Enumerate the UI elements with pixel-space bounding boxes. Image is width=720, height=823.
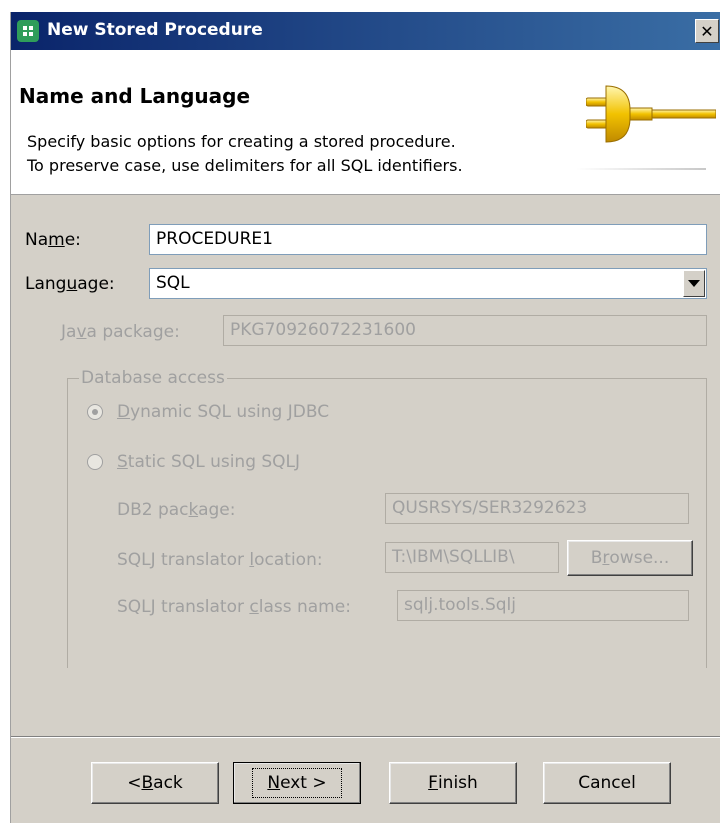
translator-location-input[interactable]: T:\IBM\SQLLIB\ — [385, 542, 559, 573]
description-line-1: Specify basic options for creating a sto… — [27, 132, 456, 151]
plug-icon — [586, 85, 716, 143]
page-title: Name and Language — [19, 84, 251, 108]
name-label: Name: — [25, 230, 81, 250]
dialog-window: New Stored Procedure ✕ Name and Language… — [10, 12, 720, 823]
title-bar[interactable]: New Stored Procedure ✕ — [11, 12, 720, 50]
name-input[interactable]: PROCEDURE1 — [149, 224, 707, 255]
translator-class-label: SQLJ translator class name: — [117, 597, 351, 617]
page-description: Specify basic options for creating a sto… — [27, 130, 463, 178]
close-button[interactable]: ✕ — [695, 19, 719, 43]
database-access-legend: Database access — [79, 368, 227, 388]
header-divider — [576, 168, 706, 170]
window-title: New Stored Procedure — [47, 20, 263, 40]
language-select[interactable]: SQL — [149, 268, 707, 299]
db2-package-label: DB2 package: — [117, 500, 236, 520]
translator-class-input[interactable]: sqlj.tools.Sqlj — [397, 590, 689, 621]
wizard-header: Name and Language Specify basic options … — [11, 50, 720, 195]
java-package-label: Java package: — [61, 322, 180, 342]
description-line-2: To preserve case, use delimiters for all… — [27, 156, 463, 175]
button-separator — [11, 736, 720, 738]
cancel-button[interactable]: Cancel — [543, 762, 671, 804]
dynamic-sql-label: Dynamic SQL using JDBC — [117, 402, 330, 422]
app-icon — [17, 20, 39, 42]
next-button[interactable]: Next > — [233, 762, 361, 804]
dynamic-sql-radio[interactable] — [87, 404, 103, 420]
browse-button[interactable]: Br owse... — [567, 540, 693, 576]
java-package-input[interactable]: PKG70926072231600 — [223, 315, 707, 346]
dropdown-arrow-icon[interactable] — [683, 270, 705, 297]
close-icon: ✕ — [700, 21, 714, 41]
db2-package-input[interactable]: QUSRSYS/SER3292623 — [385, 493, 689, 524]
finish-button[interactable]: Finish — [389, 762, 517, 804]
static-sql-radio[interactable] — [87, 454, 103, 470]
language-label: Language: — [25, 274, 115, 294]
static-sql-label: Static SQL using SQLJ — [117, 452, 301, 472]
translator-location-label: SQLJ translator location: — [117, 550, 323, 570]
language-value: SQL — [156, 273, 190, 293]
back-button[interactable]: < Back — [91, 762, 219, 804]
